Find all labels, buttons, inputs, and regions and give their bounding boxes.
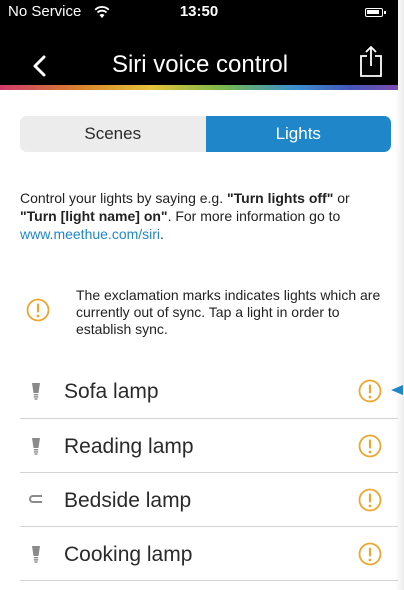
intro-text-part: . <box>160 226 164 242</box>
exclamation-icon[interactable] <box>358 542 382 566</box>
intro-text-part: Control your lights by saying e.g. <box>20 190 227 206</box>
light-name: Reading lamp <box>64 435 194 458</box>
selection-pointer-icon <box>391 385 403 395</box>
back-chevron-icon[interactable] <box>30 54 50 78</box>
status-bar: No Service 13:50 <box>0 0 398 24</box>
exclamation-icon <box>26 298 50 322</box>
bulb-icon <box>32 546 40 563</box>
bulb-icon <box>32 438 40 455</box>
list-item[interactable]: Reading lamp <box>0 419 398 473</box>
tab-lights[interactable]: Lights <box>205 116 391 152</box>
sync-notice: The exclamation marks indicates lights w… <box>76 287 381 337</box>
light-name: Cooking lamp <box>64 543 193 566</box>
battery-icon <box>365 8 386 17</box>
list-item[interactable]: Cooking lamp <box>0 527 398 581</box>
exclamation-icon[interactable] <box>358 488 382 512</box>
light-name: Sofa lamp <box>64 380 159 403</box>
header: No Service 13:50 Siri voice control <box>0 0 398 90</box>
exclamation-icon[interactable] <box>358 434 382 458</box>
intro-text: Control your lights by saying e.g. "Turn… <box>20 189 390 243</box>
list-item[interactable]: Bedside lamp <box>0 473 398 527</box>
clock: 13:50 <box>179 3 219 20</box>
meethue-link[interactable]: www.meethue.com/siri <box>20 226 160 242</box>
bulb-icon <box>32 383 40 400</box>
segmented-control: Scenes Lights <box>20 116 391 152</box>
intro-text-part: . For more information go to <box>167 208 341 224</box>
example-command: "Turn lights off" <box>227 190 334 206</box>
share-icon[interactable] <box>358 44 384 78</box>
intro-text-part: or <box>333 190 350 206</box>
divider <box>20 580 398 581</box>
page-title: Siri voice control <box>111 51 289 78</box>
light-name: Bedside lamp <box>64 489 192 512</box>
list-item[interactable]: Sofa lamp <box>0 364 398 418</box>
example-command: "Turn [light name] on" <box>20 208 168 224</box>
lightstrip-icon <box>29 495 42 503</box>
color-strip <box>0 85 398 90</box>
tab-scenes[interactable]: Scenes <box>20 116 206 152</box>
exclamation-icon[interactable] <box>358 379 382 403</box>
